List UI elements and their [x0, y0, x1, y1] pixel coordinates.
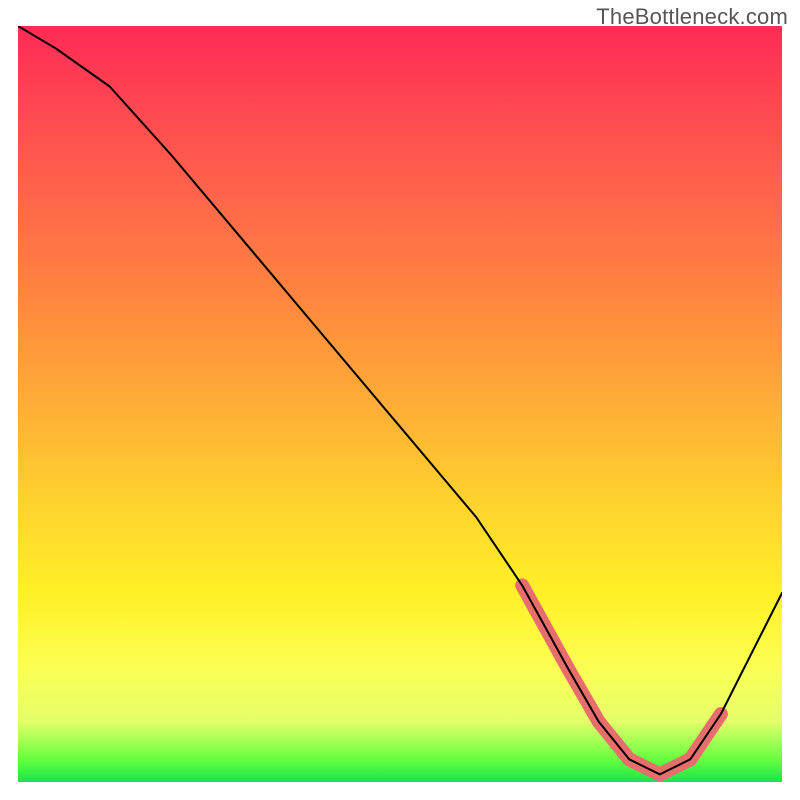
- chart-container: TheBottleneck.com: [0, 0, 800, 800]
- optimal-range-highlight: [522, 585, 721, 774]
- chart-svg: [18, 26, 782, 782]
- watermark-text: TheBottleneck.com: [596, 4, 788, 30]
- plot-area: [18, 26, 782, 782]
- bottleneck-curve: [18, 26, 782, 774]
